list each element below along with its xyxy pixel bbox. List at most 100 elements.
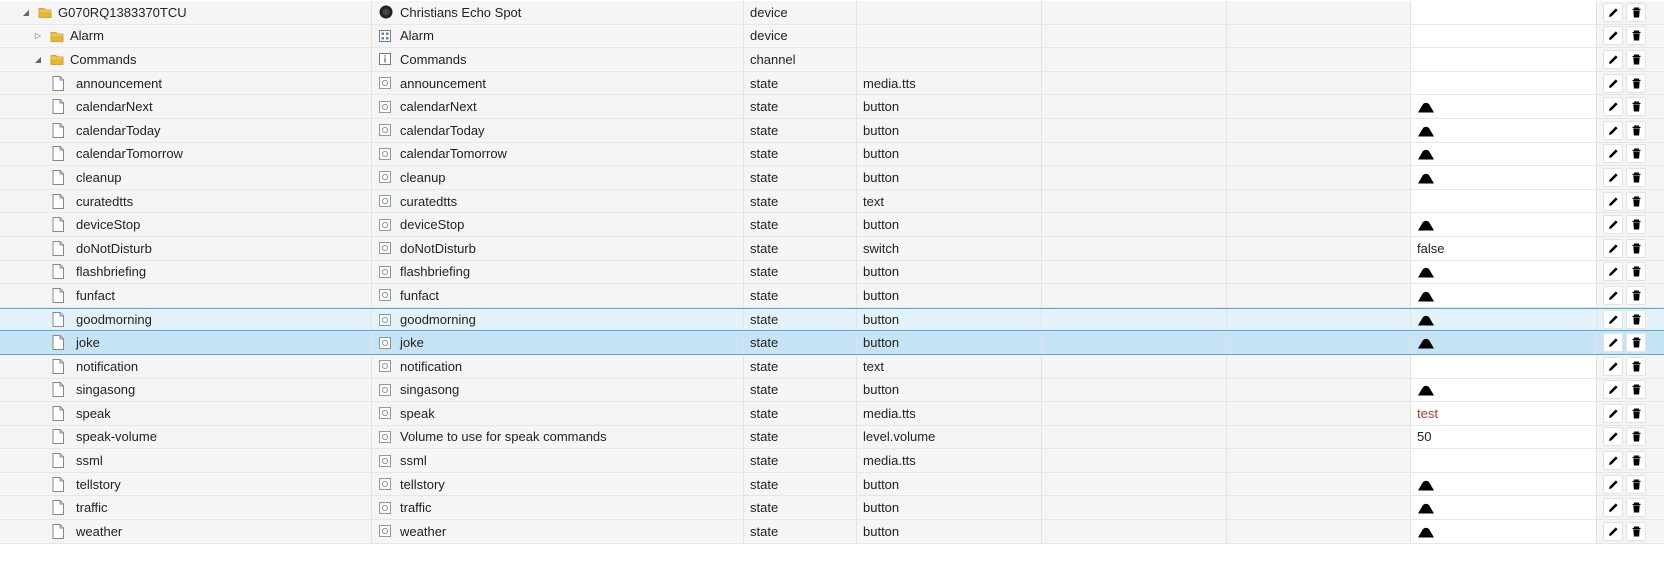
button-press-icon[interactable] <box>1417 125 1435 137</box>
button-press-icon[interactable] <box>1417 479 1435 491</box>
edit-button[interactable] <box>1603 262 1623 282</box>
edit-button[interactable] <box>1603 49 1623 69</box>
edit-button[interactable] <box>1603 380 1623 400</box>
delete-button[interactable] <box>1626 498 1646 518</box>
delete-button[interactable] <box>1626 49 1646 69</box>
delete-button[interactable] <box>1626 285 1646 305</box>
tree-row-notification[interactable]: notification notification state text <box>0 354 1664 379</box>
tree-row-cleanup[interactable]: cleanup cleanup state button <box>0 166 1664 190</box>
value-cell[interactable] <box>1411 308 1597 331</box>
tree-row-calendarTomorrow[interactable]: calendarTomorrow calendarTomorrow state but… <box>0 142 1664 167</box>
delete-button[interactable] <box>1626 97 1646 117</box>
delete-button[interactable] <box>1626 356 1646 376</box>
value-cell[interactable] <box>1411 496 1597 520</box>
value-cell[interactable] <box>1411 95 1597 118</box>
delete-button[interactable] <box>1626 26 1646 46</box>
file-icon <box>52 358 64 374</box>
delete-button[interactable] <box>1626 262 1646 282</box>
edit-button[interactable] <box>1603 26 1623 46</box>
expanded-triangle-icon[interactable]: ◢ <box>32 53 44 65</box>
button-press-icon[interactable] <box>1417 502 1435 514</box>
delete-button[interactable] <box>1626 380 1646 400</box>
tree-row-curatedtts[interactable]: curatedtts curatedtts state text <box>0 189 1664 214</box>
tree-row-tellstory[interactable]: tellstory tellstory state button <box>0 472 1664 497</box>
button-press-icon[interactable] <box>1417 314 1435 326</box>
button-press-icon[interactable] <box>1417 526 1435 538</box>
edit-button[interactable] <box>1603 333 1623 353</box>
tree-row-flashbriefing[interactable]: flashbriefing flashbriefing state button <box>0 260 1664 285</box>
tree-row-calendarToday[interactable]: calendarToday calendarToday state button <box>0 118 1664 143</box>
tree-row-ssml[interactable]: ssml ssml state media.tts <box>0 449 1664 473</box>
edit-button[interactable] <box>1603 427 1623 447</box>
edit-button[interactable] <box>1603 120 1623 140</box>
collapsed-triangle-icon[interactable]: ▷ <box>32 30 44 42</box>
tree-row-Commands[interactable]: ◢ Commands Commands channel <box>0 48 1664 72</box>
edit-button[interactable] <box>1603 451 1623 471</box>
value-cell[interactable] <box>1411 331 1597 354</box>
value-cell[interactable] <box>1411 213 1597 236</box>
edit-button[interactable] <box>1603 285 1623 305</box>
button-press-icon[interactable] <box>1417 172 1435 184</box>
delete-button[interactable] <box>1626 144 1646 164</box>
value-cell[interactable] <box>1411 472 1597 496</box>
delete-button[interactable] <box>1626 215 1646 235</box>
tree-row-funfact[interactable]: funfact funfact state button <box>0 284 1664 308</box>
delete-button[interactable] <box>1626 120 1646 140</box>
edit-button[interactable] <box>1603 356 1623 376</box>
tree-row-singasong[interactable]: singasong singasong state button <box>0 378 1664 403</box>
value-cell[interactable] <box>1411 520 1597 543</box>
delete-button[interactable] <box>1626 2 1646 22</box>
value-cell[interactable] <box>1411 118 1597 142</box>
tree-row-calendarNext[interactable]: calendarNext calendarNext state button <box>0 95 1664 119</box>
delete-button[interactable] <box>1626 521 1646 541</box>
tree-row-doNotDisturb[interactable]: doNotDisturb doNotDisturb state switch false <box>0 236 1664 261</box>
delete-button[interactable] <box>1626 310 1646 330</box>
value-cell[interactable] <box>1411 166 1597 189</box>
delete-button[interactable] <box>1626 427 1646 447</box>
delete-button[interactable] <box>1626 451 1646 471</box>
name-cell: Alarm <box>372 24 744 48</box>
edit-button[interactable] <box>1603 403 1623 423</box>
delete-button[interactable] <box>1626 238 1646 258</box>
button-press-icon[interactable] <box>1417 384 1435 396</box>
button-press-icon[interactable] <box>1417 101 1435 113</box>
value-cell[interactable] <box>1411 378 1597 402</box>
edit-button[interactable] <box>1603 144 1623 164</box>
button-press-icon[interactable] <box>1417 337 1435 349</box>
edit-button[interactable] <box>1603 521 1623 541</box>
tree-row-joke[interactable]: joke joke state button <box>0 331 1664 355</box>
expanded-triangle-icon[interactable]: ◢ <box>20 6 32 18</box>
tree-row-G070RQ1383370TCU[interactable]: ◢ G070RQ1383370TCU Christians Echo Spot dev… <box>0 1 1664 25</box>
edit-button[interactable] <box>1603 2 1623 22</box>
tree-row-speak[interactable]: speak speak state media.tts test <box>0 402 1664 426</box>
delete-button[interactable] <box>1626 403 1646 423</box>
tree-row-Alarm[interactable]: ▷ Alarm Alarm device <box>0 24 1664 49</box>
edit-button[interactable] <box>1603 474 1623 494</box>
edit-button[interactable] <box>1603 167 1623 187</box>
delete-button[interactable] <box>1626 167 1646 187</box>
edit-button[interactable] <box>1603 191 1623 211</box>
value-cell[interactable] <box>1411 284 1597 307</box>
button-press-icon[interactable] <box>1417 290 1435 302</box>
edit-button[interactable] <box>1603 310 1623 330</box>
value-cell[interactable] <box>1411 142 1597 166</box>
tree-row-announcement[interactable]: announcement announcement state media.tts <box>0 71 1664 96</box>
tree-row-weather[interactable]: weather weather state button <box>0 520 1664 544</box>
tree-row-speak-volume[interactable]: speak-volume Volume to use for speak comm… <box>0 425 1664 450</box>
edit-button[interactable] <box>1603 498 1623 518</box>
delete-button[interactable] <box>1626 73 1646 93</box>
button-press-icon[interactable] <box>1417 219 1435 231</box>
edit-button[interactable] <box>1603 238 1623 258</box>
tree-row-deviceStop[interactable]: deviceStop deviceStop state button <box>0 213 1664 237</box>
button-press-icon[interactable] <box>1417 266 1435 278</box>
delete-button[interactable] <box>1626 333 1646 353</box>
edit-button[interactable] <box>1603 215 1623 235</box>
value-cell[interactable] <box>1411 260 1597 284</box>
button-press-icon[interactable] <box>1417 148 1435 160</box>
edit-button[interactable] <box>1603 73 1623 93</box>
edit-button[interactable] <box>1603 97 1623 117</box>
delete-button[interactable] <box>1626 191 1646 211</box>
delete-button[interactable] <box>1626 474 1646 494</box>
tree-row-traffic[interactable]: traffic traffic state button <box>0 496 1664 521</box>
tree-row-goodmorning[interactable]: goodmorning goodmorning state button <box>0 307 1664 332</box>
